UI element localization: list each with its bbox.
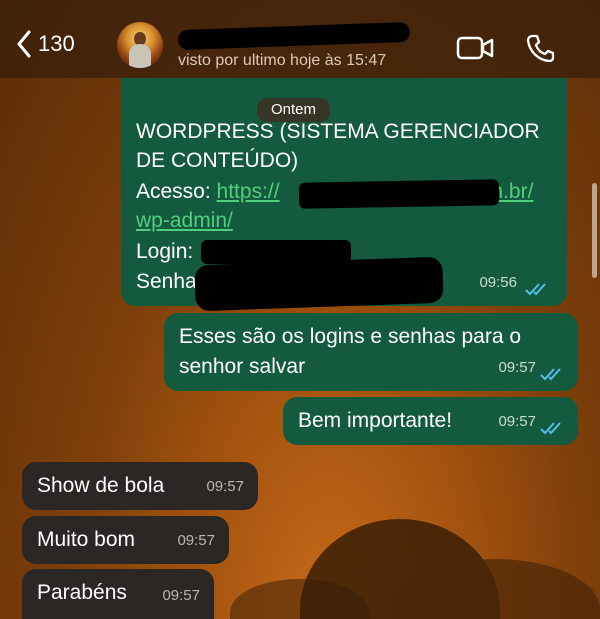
message-text-line1: Esses são os logins e senhas para o <box>179 325 522 348</box>
message-line: DE CONTEÚDO) <box>136 149 299 172</box>
admin-link[interactable]: wp-admin/ <box>136 205 233 236</box>
incoming-message[interactable]: Parabéns 09:57 <box>22 569 214 619</box>
message-text: Show de bola <box>37 474 165 497</box>
message-time: 09:57 <box>177 532 215 549</box>
incoming-message[interactable]: Muito bom 09:57 <box>22 516 229 564</box>
message-time: 09:57 <box>162 587 200 604</box>
contact-name-redacted[interactable] <box>177 21 411 51</box>
back-chevron-icon <box>17 30 31 58</box>
access-label: Acesso: <box>136 180 211 203</box>
message-time: 09:57 <box>498 359 536 376</box>
outgoing-message[interactable]: Esses são os logins e senhas para o senh… <box>164 313 578 391</box>
scrollbar[interactable] <box>592 183 597 278</box>
link-start: https:// <box>216 180 280 203</box>
message-text: Muito bom <box>37 528 136 551</box>
message-line: WORDPRESS (SISTEMA GERENCIADOR <box>136 120 540 143</box>
login-label: Login: <box>136 240 194 263</box>
video-call-icon[interactable] <box>456 36 494 60</box>
chat-header: 130 visto por ultimo hoje às 15:47 <box>0 0 600 78</box>
password-label: Senha <box>136 270 197 293</box>
read-receipt-icon <box>540 422 561 435</box>
outgoing-message[interactable]: WORDPRESS (SISTEMA GERENCIADOR DE CONTEÚ… <box>121 78 567 312</box>
message-time: 09:57 <box>498 413 536 430</box>
voice-call-icon[interactable] <box>526 33 556 63</box>
back-button[interactable]: 130 <box>16 30 75 58</box>
unread-count: 130 <box>38 31 75 56</box>
password-redaction <box>194 256 444 312</box>
message-text: Bem importante! <box>298 409 453 432</box>
date-separator: Ontem <box>257 98 331 122</box>
message-text-line2: senhor salvar <box>179 355 306 378</box>
read-receipt-icon <box>540 368 561 381</box>
incoming-message[interactable]: Show de bola 09:57 <box>22 462 258 510</box>
read-receipt-icon <box>525 283 546 296</box>
avatar-robe <box>129 44 151 68</box>
url-redaction <box>298 179 500 209</box>
message-time: 09:57 <box>206 478 244 495</box>
outgoing-message[interactable]: Bem importante! 09:57 <box>283 397 578 445</box>
last-seen-status: visto por ultimo hoje às 15:47 <box>178 52 387 69</box>
message-time: 09:56 <box>479 274 517 291</box>
message-text: Parabéns <box>37 581 127 604</box>
avatar[interactable] <box>117 22 163 68</box>
